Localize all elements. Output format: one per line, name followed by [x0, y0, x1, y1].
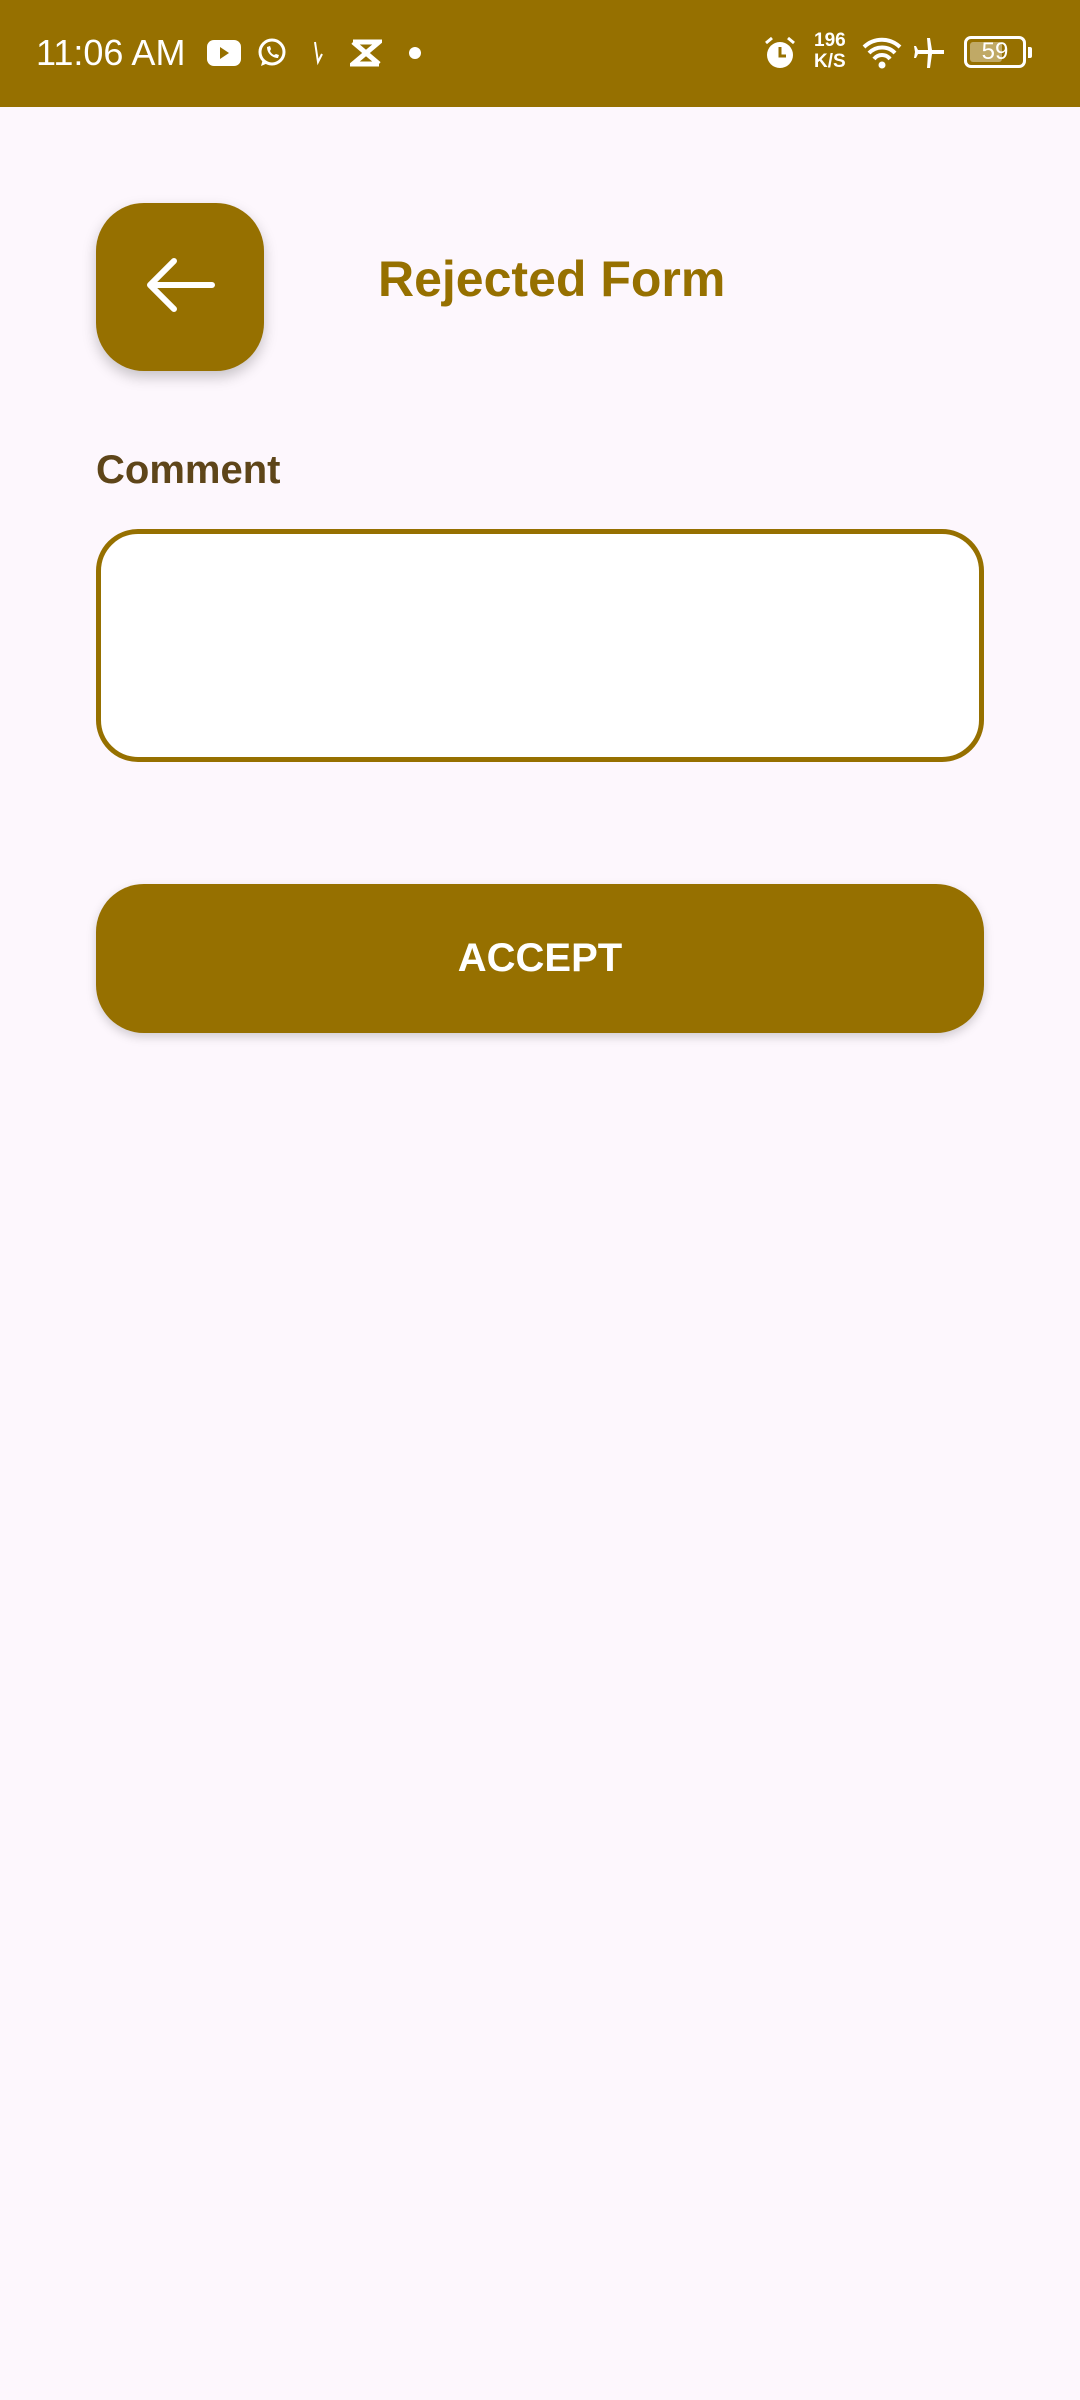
- whatsapp-icon: [256, 36, 288, 70]
- comment-input[interactable]: [96, 529, 984, 762]
- page-title: Rejected Form: [378, 251, 726, 307]
- capcut-icon: [350, 36, 382, 70]
- dot-icon: [409, 36, 421, 70]
- network-speed: 196 K/S: [814, 30, 846, 72]
- battery-icon: 59: [964, 36, 1032, 68]
- battery-level: 59: [981, 38, 1009, 65]
- speed-value: 196: [814, 30, 846, 51]
- speed-unit: K/S: [814, 51, 846, 72]
- notification-icon: [310, 36, 326, 70]
- status-time: 11:06 AM: [36, 32, 186, 73]
- arrow-left-icon: [144, 255, 216, 320]
- wifi-icon: [862, 36, 902, 70]
- airplane-icon: [912, 36, 946, 70]
- accept-button[interactable]: ACCEPT: [96, 884, 984, 1033]
- alarm-icon: [763, 36, 797, 70]
- comment-label: Comment: [96, 448, 281, 492]
- youtube-icon: [207, 36, 241, 70]
- back-button[interactable]: [96, 203, 264, 371]
- status-bar: 11:06 AM 196 K/S 59: [0, 0, 1080, 107]
